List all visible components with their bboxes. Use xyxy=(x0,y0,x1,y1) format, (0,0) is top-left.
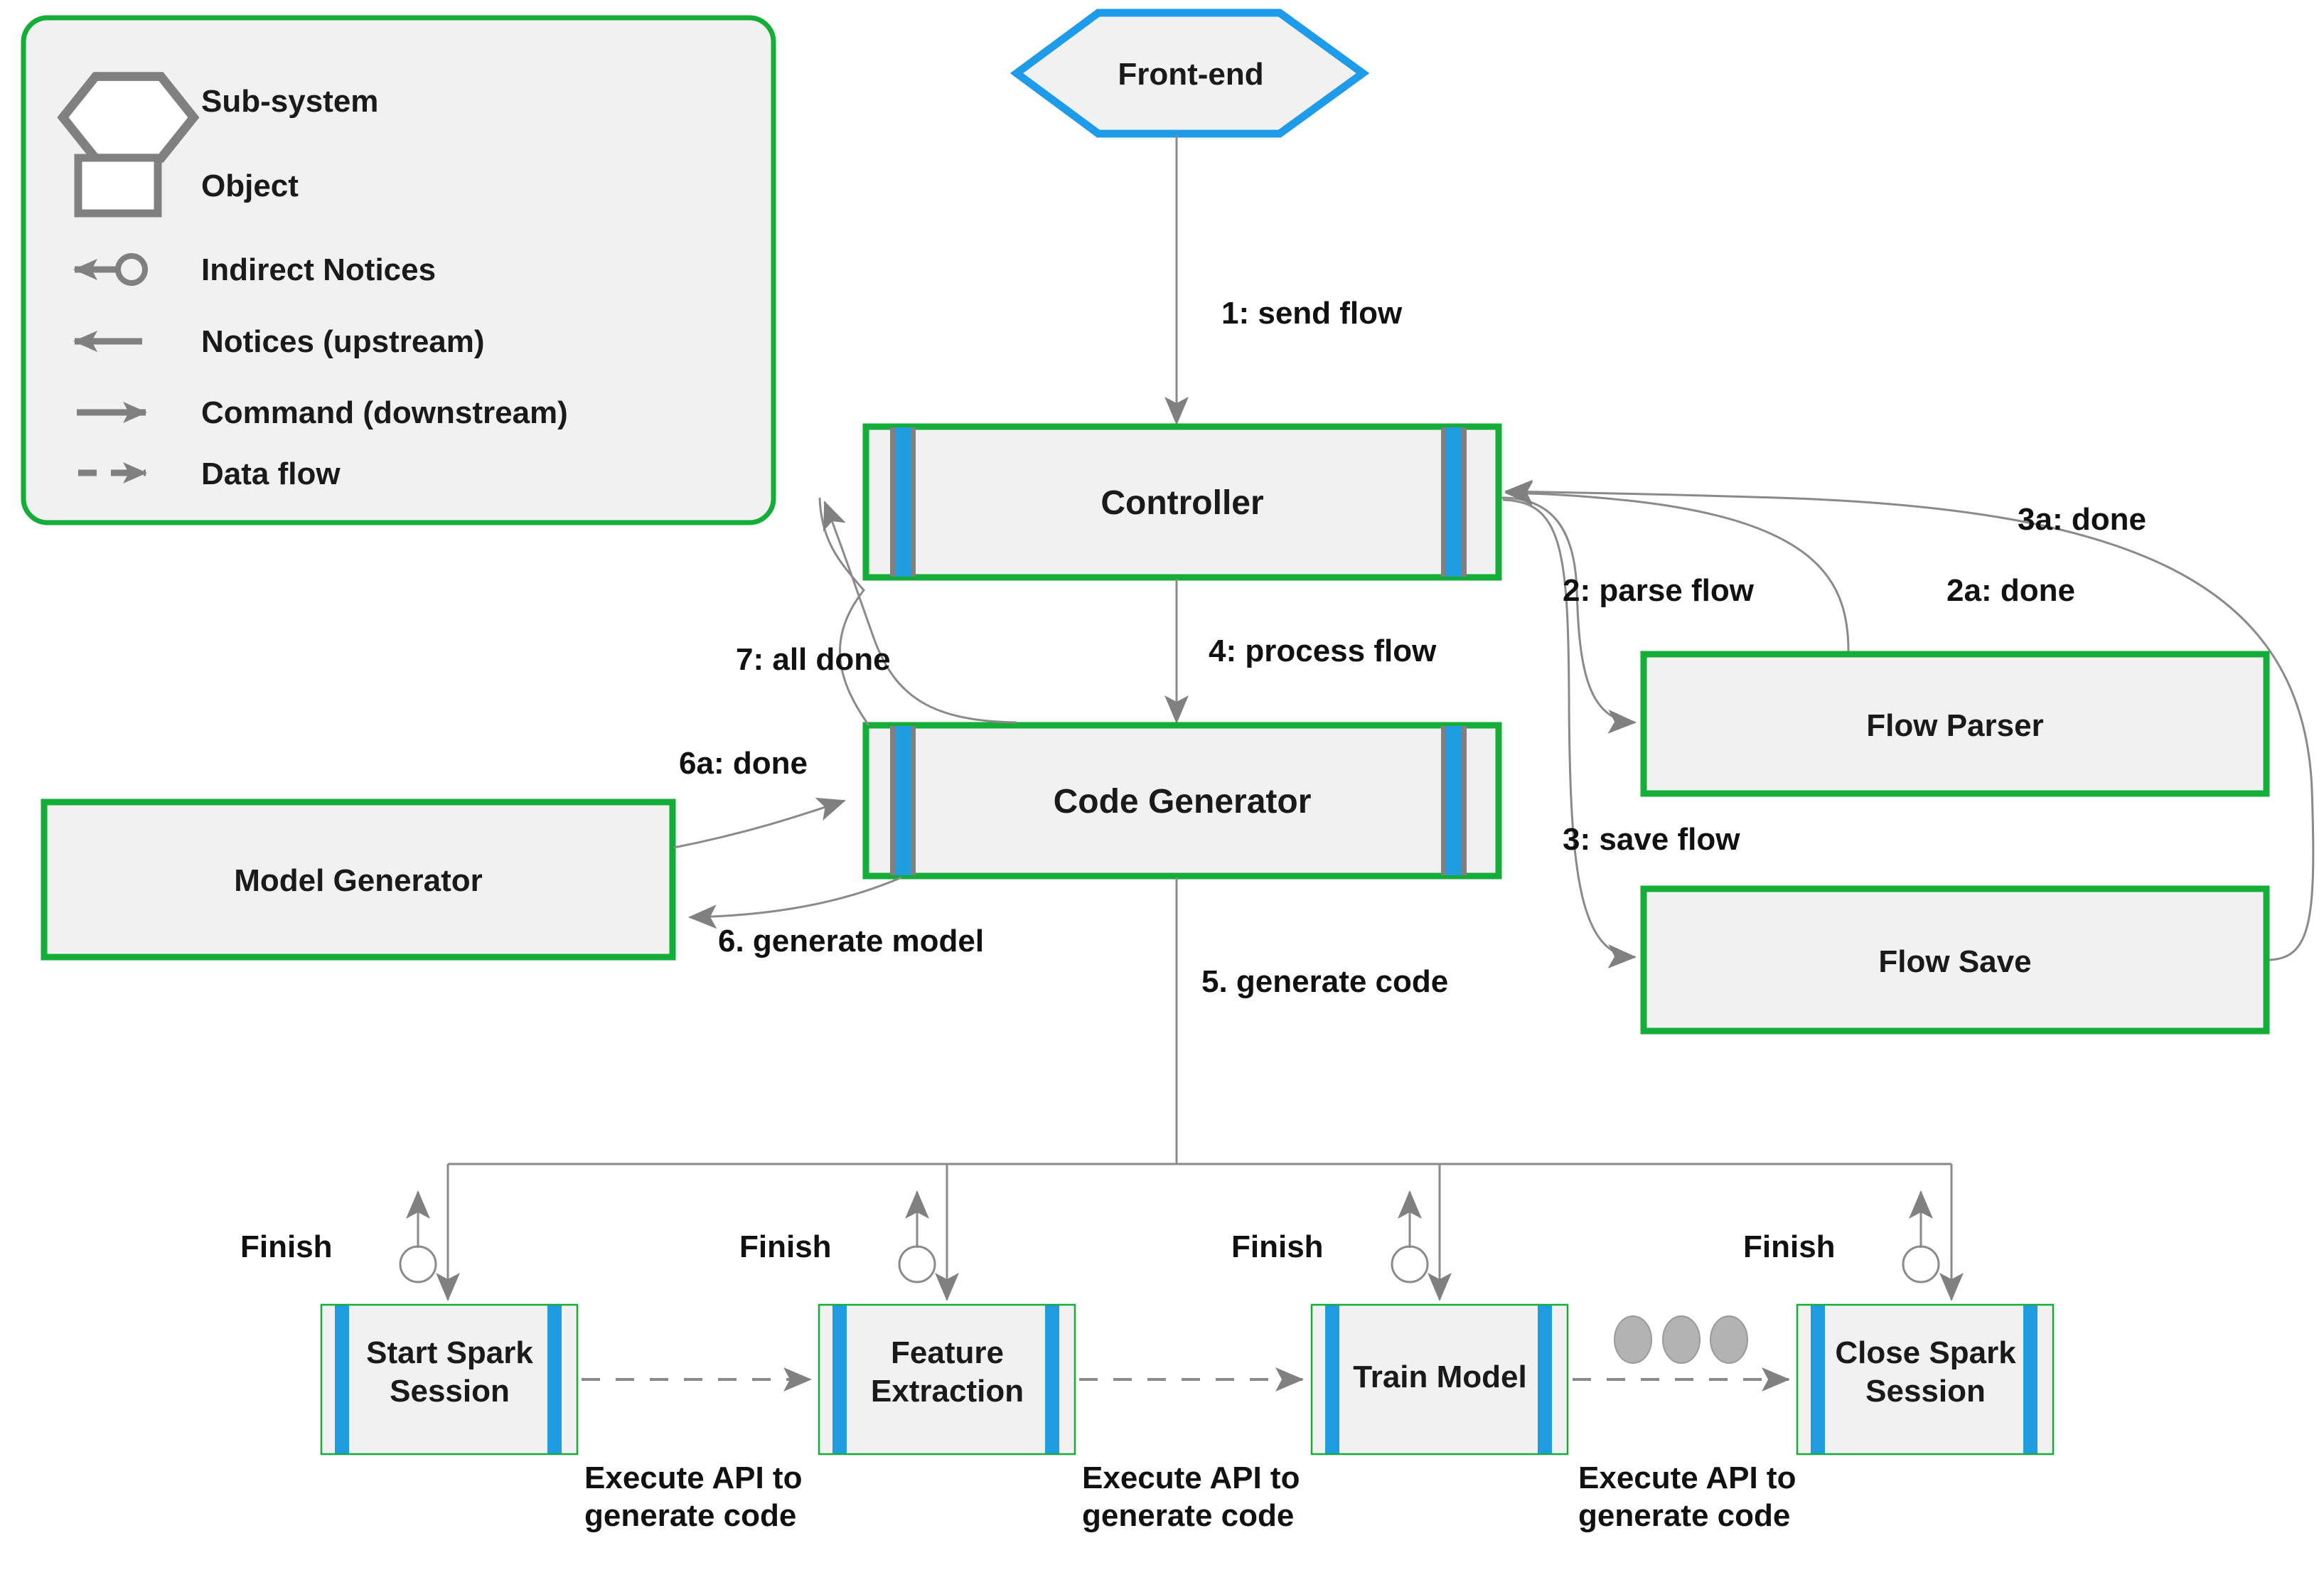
edge-label-execute-api-2: Execute API to generate code xyxy=(1082,1460,1300,1533)
flow-parser-shape xyxy=(1640,651,2270,797)
indirect-notice-train-model xyxy=(1391,1190,1429,1283)
controller-shape xyxy=(862,423,1502,581)
legend-label-object: Object xyxy=(201,169,299,203)
edge-all-done xyxy=(818,497,870,726)
edge-label-send-flow: 1: send flow xyxy=(1221,296,1403,331)
edge-label-execute-api-3: Execute API to generate code xyxy=(1578,1460,1796,1533)
legend-label-indirect-notices: Indirect Notices xyxy=(201,252,437,287)
indirect-notice-start-spark xyxy=(399,1190,437,1283)
edge-label-parse-flow: 2: parse flow xyxy=(1563,573,1754,608)
edge-label-generate-model: 6. generate model xyxy=(718,924,985,958)
edge-save-flow xyxy=(1502,498,1637,968)
edge-label-parse-done: 2a: done xyxy=(1947,573,2075,608)
feature-extraction-shape xyxy=(818,1303,1076,1456)
edge-label-save-flow: 3: save flow xyxy=(1563,822,1740,857)
edge-label-all-done: 7: all done xyxy=(736,642,891,677)
edge-generate-model xyxy=(688,876,902,929)
edge-label-finish-4: Finish xyxy=(1743,1229,1836,1264)
legend-label-notices-upstream: Notices (upstream) xyxy=(201,324,485,359)
legend-label-data-flow: Data flow xyxy=(201,456,341,491)
indirect-notice-feature-extraction xyxy=(898,1190,936,1283)
edge-label-generate-code: 5. generate code xyxy=(1201,964,1449,999)
train-model-shape xyxy=(1310,1303,1569,1456)
edge-label-save-done: 3a: done xyxy=(2018,502,2146,537)
edge-label-finish-2: Finish xyxy=(739,1229,832,1264)
diagram-canvas: Sub-system Object Indirect Notices Notic… xyxy=(0,0,2324,1570)
flow-save-shape xyxy=(1640,885,2270,1035)
model-generator-shape xyxy=(41,799,676,961)
edge-label-execute-api-1: Execute API to generate code xyxy=(584,1460,803,1533)
rectangle-icon xyxy=(74,154,162,218)
start-spark-shape xyxy=(320,1303,579,1456)
front-end-shape xyxy=(1010,9,1370,138)
edge-label-model-done: 6a: done xyxy=(679,746,808,781)
legend-label-command-downstream: Command (downstream) xyxy=(201,395,568,430)
edge-model-done xyxy=(673,797,846,849)
ellipsis-dots xyxy=(1614,1315,1748,1364)
edge-label-finish-3: Finish xyxy=(1231,1229,1324,1264)
edge-label-finish-1: Finish xyxy=(240,1229,333,1264)
legend-label-sub-system: Sub-system xyxy=(201,84,379,119)
indirect-notice-close-spark xyxy=(1902,1190,1940,1283)
edge-label-process-flow: 4: process flow xyxy=(1209,634,1437,668)
code-generator-shape xyxy=(862,722,1502,880)
diagram-graphics xyxy=(21,9,2315,1456)
close-spark-shape xyxy=(1796,1303,2055,1456)
hexagon-icon xyxy=(57,72,200,163)
